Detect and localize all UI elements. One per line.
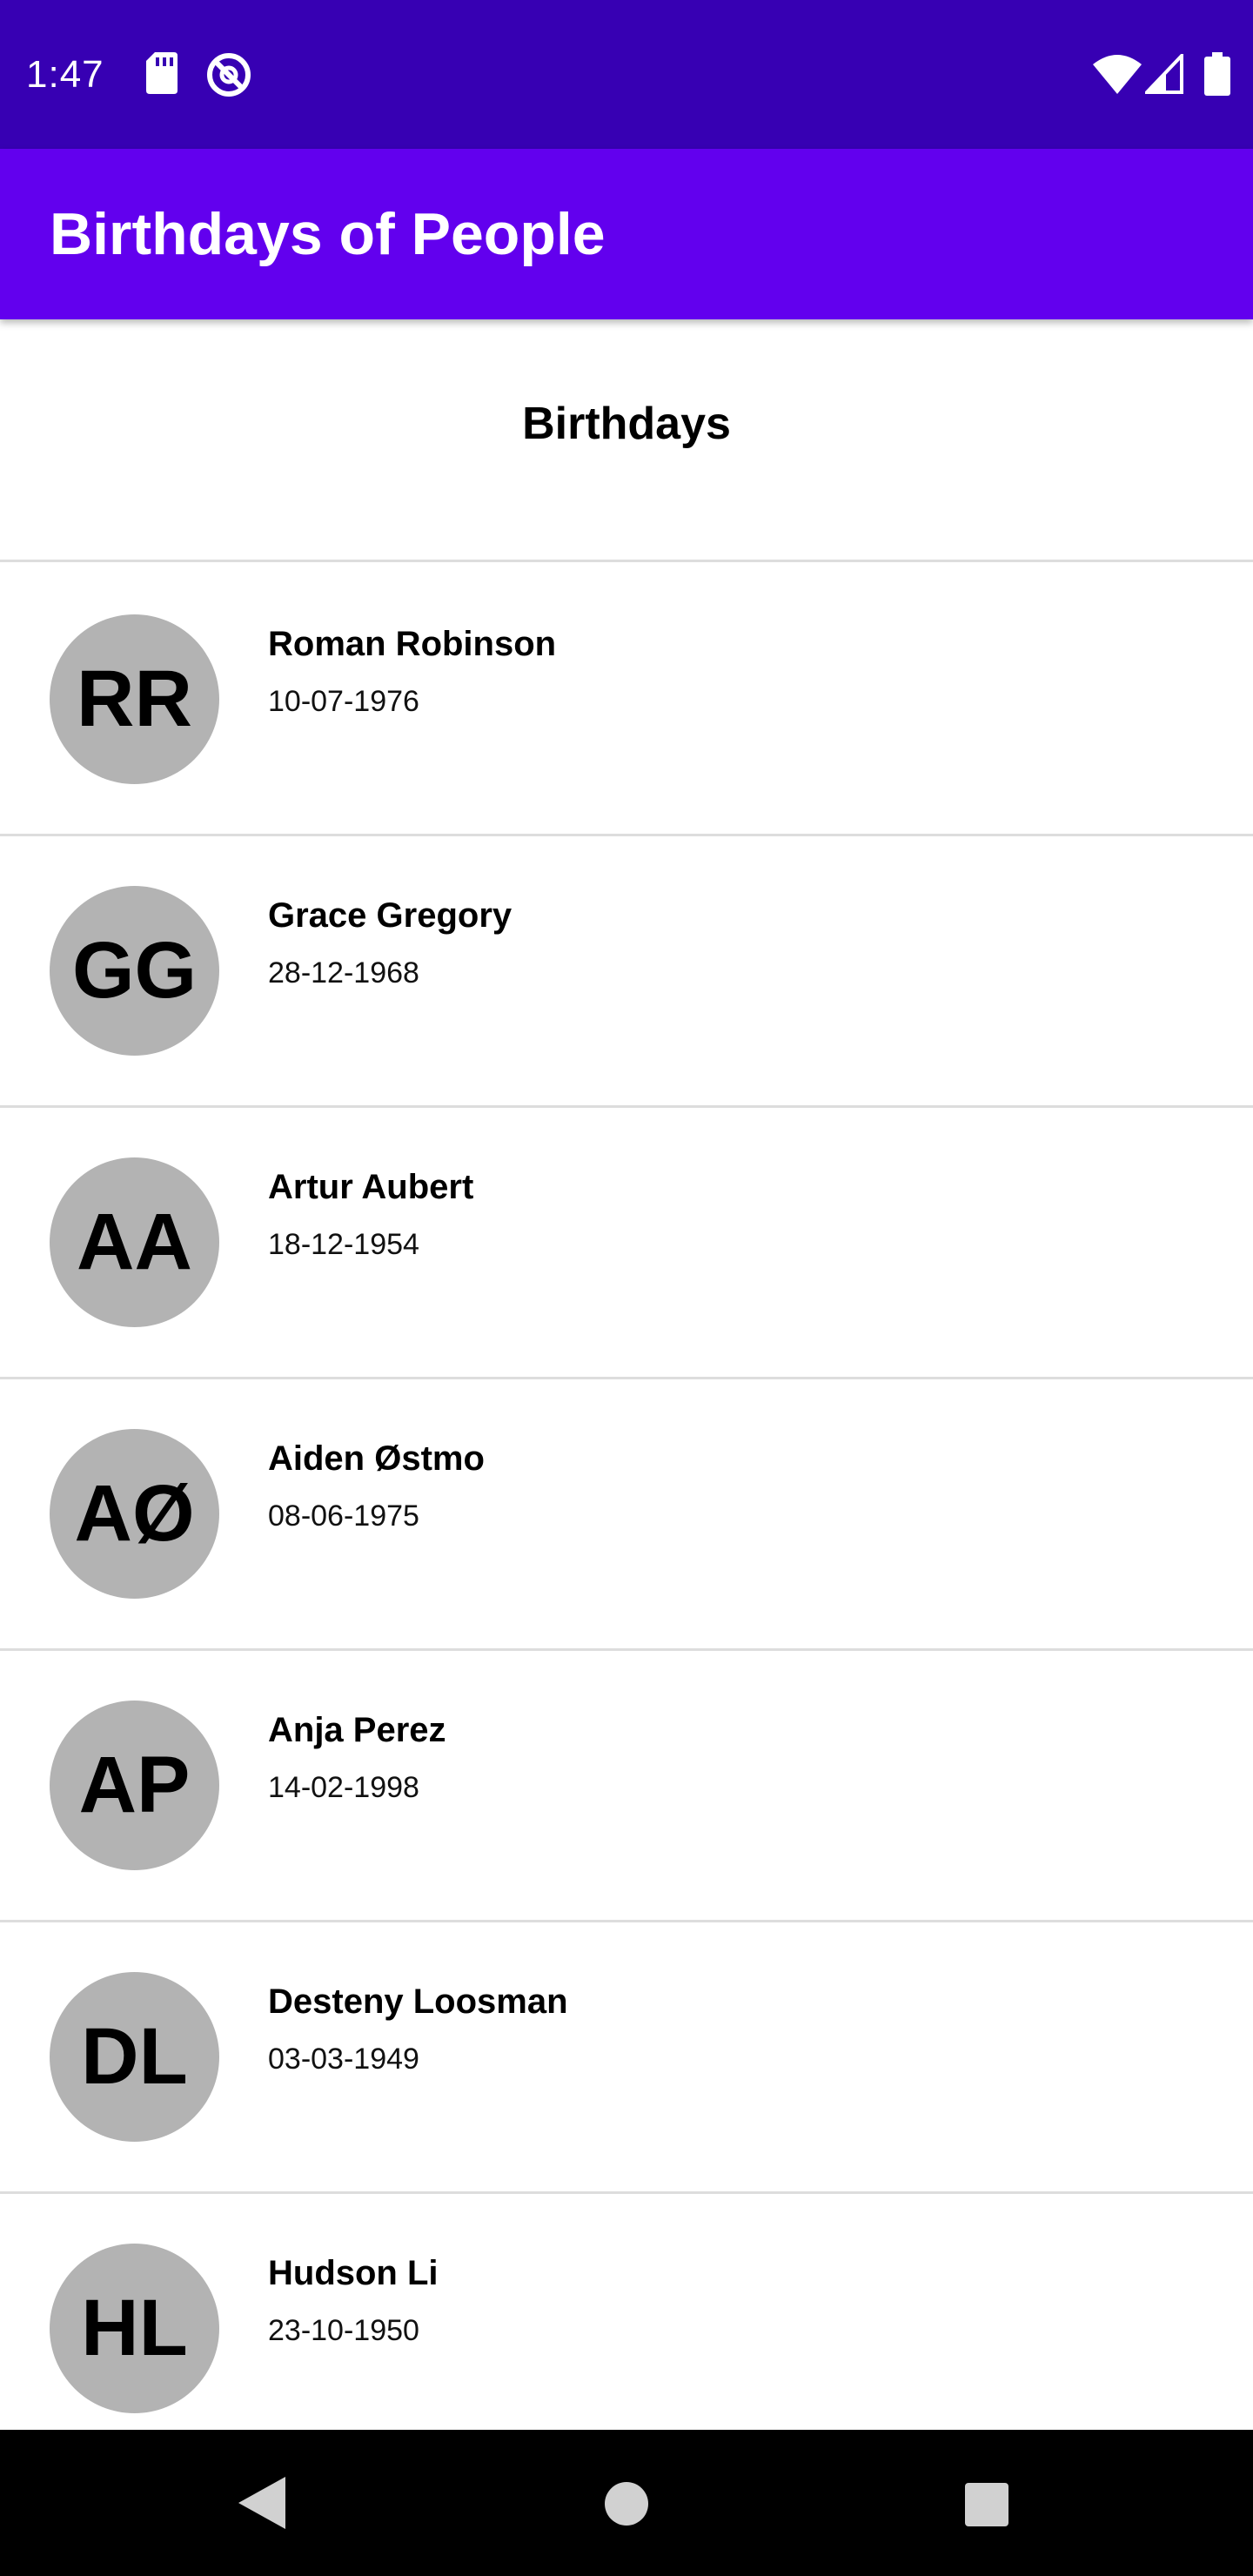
person-name: Hudson Li	[268, 2254, 439, 2292]
birth-date: 14-02-1998	[268, 1771, 419, 1804]
recents-icon[interactable]	[964, 2482, 1009, 2532]
person-name: Roman Robinson	[268, 625, 557, 663]
list-item[interactable]: GG Grace Gregory 28-12-1968	[0, 836, 1253, 1108]
sd-card-icon	[144, 50, 179, 100]
status-bar: 1:47	[0, 0, 1253, 149]
home-icon[interactable]	[604, 2481, 649, 2531]
navigation-bar	[0, 2430, 1253, 2576]
list-item[interactable]: RR Roman Robinson 10-07-1976	[0, 565, 1253, 836]
birth-date: 10-07-1976	[268, 685, 419, 718]
person-name: Desteny Loosman	[268, 1982, 568, 2021]
battery-icon	[1204, 52, 1230, 100]
do-not-disturb-icon	[205, 51, 252, 103]
avatar: AØ	[50, 1429, 219, 1599]
person-name: Aiden Østmo	[268, 1439, 485, 1478]
avatar: HL	[50, 2244, 219, 2413]
app-bar: Birthdays of People	[0, 149, 1253, 319]
list-item[interactable]: HL Hudson Li 23-10-1950	[0, 2194, 1253, 2430]
back-icon[interactable]	[235, 2473, 289, 2537]
list-item[interactable]: DL Desteny Loosman 03-03-1949	[0, 1922, 1253, 2194]
avatar: RR	[50, 614, 219, 784]
birthday-list[interactable]: Birthdays RR Roman Robinson 10-07-1976 G…	[0, 319, 1253, 2430]
birth-date: 23-10-1950	[268, 2314, 419, 2347]
list-item[interactable]: AP Anja Perez 14-02-1998	[0, 1651, 1253, 1922]
list-header: Birthdays	[0, 319, 1253, 562]
status-time: 1:47	[26, 53, 104, 96]
signal-icon	[1142, 51, 1183, 98]
avatar: DL	[50, 1972, 219, 2142]
list-item[interactable]: AA Artur Aubert 18-12-1954	[0, 1108, 1253, 1379]
avatar: GG	[50, 886, 219, 1056]
birth-date: 03-03-1949	[268, 2043, 419, 2076]
list-item[interactable]: AØ Aiden Østmo 08-06-1975	[0, 1379, 1253, 1651]
birth-date: 08-06-1975	[268, 1499, 419, 1533]
person-name: Anja Perez	[268, 1711, 446, 1749]
birth-date: 28-12-1968	[268, 956, 419, 989]
app-title: Birthdays of People	[50, 201, 606, 267]
avatar: AA	[50, 1157, 219, 1327]
list-header-title: Birthdays	[522, 399, 731, 449]
avatar: AP	[50, 1701, 219, 1870]
person-name: Grace Gregory	[268, 896, 513, 935]
person-name: Artur Aubert	[268, 1168, 474, 1206]
birth-date: 18-12-1954	[268, 1228, 419, 1261]
wifi-icon	[1093, 54, 1142, 98]
